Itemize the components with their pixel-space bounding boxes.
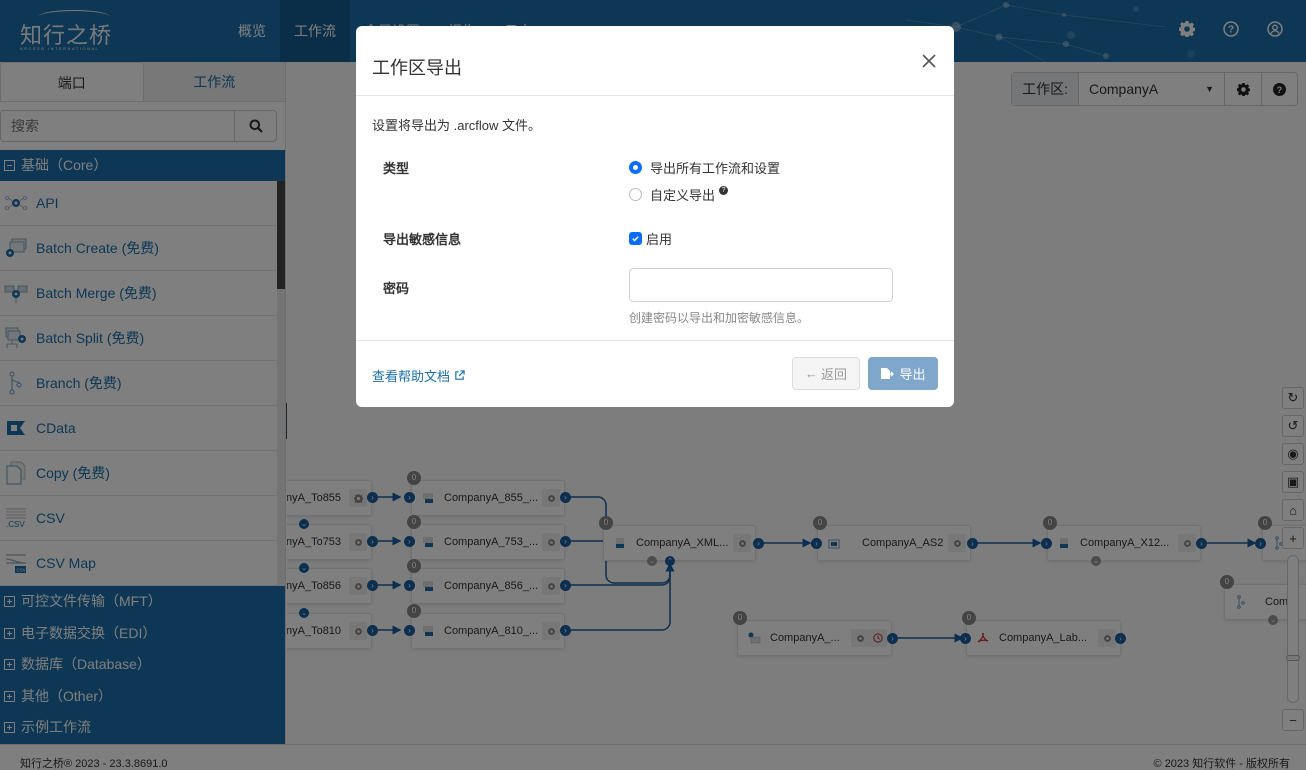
sensitive-info-label: 导出敏感信息 (383, 232, 462, 247)
close-icon (922, 54, 936, 68)
external-link-icon (455, 370, 465, 380)
password-label: 密码 (383, 281, 410, 296)
radio-button[interactable] (629, 188, 642, 201)
export-button[interactable]: 导出 (868, 357, 938, 390)
password-help-text: 创建密码以导出和加密敏感信息。 (629, 311, 810, 325)
radio-custom-export[interactable]: 自定义导出 ? (629, 185, 729, 204)
radio-export-all[interactable]: 导出所有工作流和设置 (629, 158, 780, 177)
dialog-title: 工作区导出 (372, 58, 462, 78)
arrow-left-icon: ← (804, 366, 818, 381)
dialog-description: 设置将导出为 .arcflow 文件。 (372, 118, 542, 133)
question-icon[interactable]: ? (719, 186, 729, 195)
back-button[interactable]: ← 返回 (792, 357, 860, 390)
enable-sensitive-checkbox[interactable]: 启用 (629, 229, 672, 248)
radio-button-selected[interactable] (629, 161, 642, 174)
close-button[interactable] (918, 50, 940, 72)
help-docs-link[interactable]: 查看帮助文档 (372, 366, 465, 385)
checkbox-checked[interactable] (629, 232, 642, 245)
file-export-icon (881, 368, 895, 379)
password-input[interactable] (629, 268, 893, 302)
type-label: 类型 (383, 161, 410, 176)
export-workspace-dialog: 工作区导出 设置将导出为 .arcflow 文件。 类型 导出所有工作流和设置 … (356, 26, 954, 407)
